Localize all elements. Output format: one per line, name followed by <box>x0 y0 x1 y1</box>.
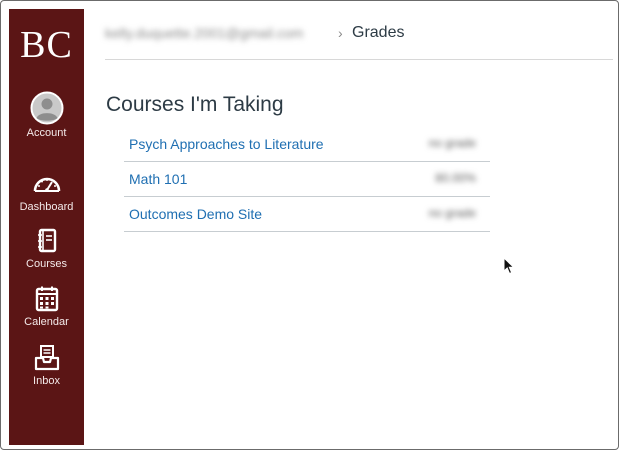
nav-inbox[interactable]: Inbox <box>9 343 84 387</box>
breadcrumb-user-link[interactable]: kelly.duquette.2001@gmail.com <box>105 25 303 41</box>
school-logo[interactable]: BC <box>9 23 84 67</box>
course-grade: no grade <box>428 136 476 150</box>
nav-calendar-label: Calendar <box>24 316 69 328</box>
nav-dashboard[interactable]: Dashboard <box>9 169 84 213</box>
nav-account[interactable]: Account <box>9 91 84 139</box>
table-row: Math 101 80.00% <box>124 162 490 197</box>
course-link[interactable]: Psych Approaches to Literature <box>129 136 324 152</box>
breadcrumb-current: Grades <box>352 24 405 41</box>
global-navigation: BC Account Dashboard Courses Calendar In… <box>9 9 84 445</box>
nav-courses-label: Courses <box>26 258 67 270</box>
dashboard-gauge-icon <box>33 177 60 192</box>
nav-account-label: Account <box>26 127 67 139</box>
inbox-icon <box>34 345 59 371</box>
courses-grade-table: Psych Approaches to Literature no grade … <box>124 127 490 232</box>
course-link[interactable]: Outcomes Demo Site <box>129 206 262 222</box>
courses-book-icon <box>37 228 56 253</box>
nav-courses[interactable]: Courses <box>9 226 84 270</box>
table-row: Outcomes Demo Site no grade <box>124 197 490 232</box>
account-avatar-icon <box>30 91 63 125</box>
nav-inbox-label: Inbox <box>33 375 60 387</box>
breadcrumb: kelly.duquette.2001@gmail.com › Grades <box>105 23 613 60</box>
calendar-icon <box>35 286 58 312</box>
nav-dashboard-label: Dashboard <box>19 201 74 213</box>
breadcrumb-separator-icon: › <box>338 25 343 41</box>
course-grade: no grade <box>428 206 476 220</box>
course-link[interactable]: Math 101 <box>129 171 187 187</box>
table-row: Psych Approaches to Literature no grade <box>124 127 490 162</box>
app-window: BC Account Dashboard Courses Calendar In… <box>0 0 619 450</box>
course-grade: 80.00% <box>435 171 476 185</box>
nav-calendar[interactable]: Calendar <box>9 284 84 328</box>
page-title: Courses I'm Taking <box>106 93 284 116</box>
mouse-pointer-icon <box>503 257 515 275</box>
